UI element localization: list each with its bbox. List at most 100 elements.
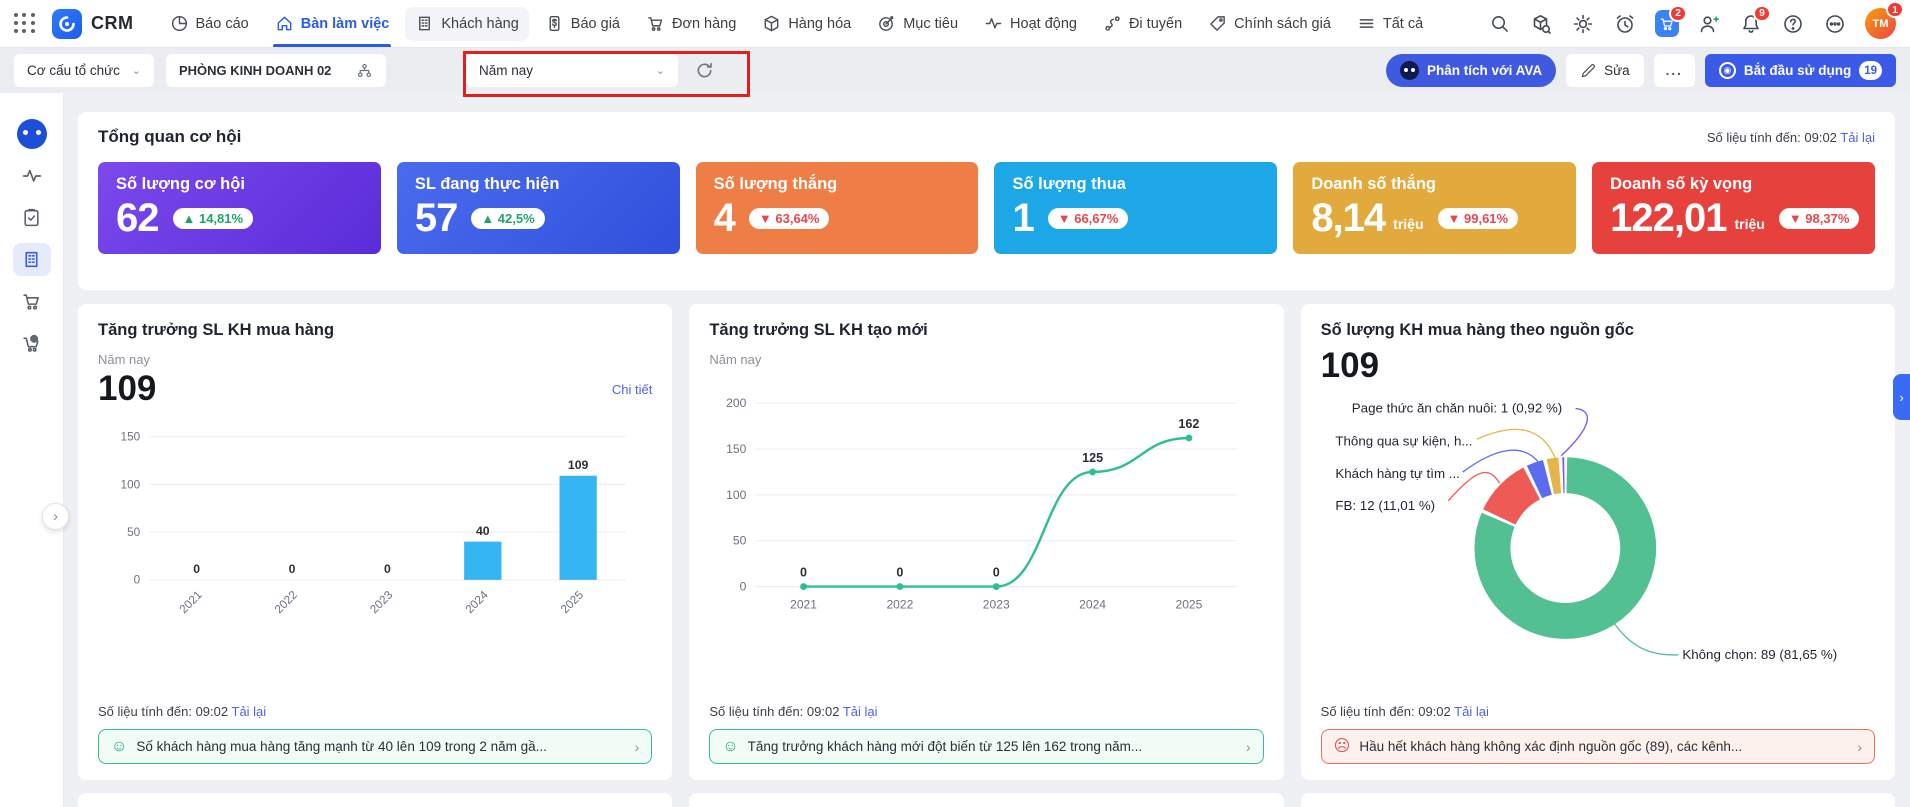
target-icon — [879, 16, 894, 31]
settings-gear-icon[interactable] — [1571, 12, 1595, 36]
leader-line — [1461, 449, 1540, 473]
swirl-icon — [59, 15, 75, 32]
nav-item-orders[interactable]: Đơn hàng — [636, 0, 746, 47]
sidebar-expand-button[interactable]: › — [42, 503, 69, 530]
department-input[interactable]: PHÒNG KINH DOANH 02 — [166, 54, 386, 87]
reload-link[interactable]: Tải lại — [1454, 704, 1489, 719]
bell-badge: 9 — [1753, 4, 1771, 22]
smiley-icon: ☺ — [722, 737, 739, 755]
search-icon[interactable] — [1487, 12, 1511, 36]
home-icon — [277, 16, 292, 31]
app-grid-icon[interactable] — [14, 12, 36, 35]
top-nav: CRM Báo cáo Bàn làm việc Khách hàng Báo … — [0, 0, 1910, 48]
nav-item-activities[interactable]: Hoạt động — [974, 0, 1087, 47]
sidebar-item-ecommerce[interactable] — [13, 327, 51, 360]
refresh-button[interactable] — [688, 55, 720, 87]
svg-text:100: 100 — [121, 478, 141, 491]
svg-text:0: 0 — [993, 565, 1000, 579]
analyze-with-ava-button[interactable]: Phân tích với AVA — [1385, 54, 1557, 87]
more-actions-button[interactable]: ... — [1653, 54, 1695, 87]
start-using-button[interactable]: ◉ Bắt đầu sử dụng 19 — [1704, 54, 1896, 87]
nav-item-price-policy[interactable]: Chính sách giá — [1198, 0, 1341, 47]
charts-row: Tăng trưởng SL KH mua hàng Năm nay 109 C… — [78, 304, 1895, 780]
crm-logo[interactable] — [52, 8, 82, 39]
activity-pulse-icon — [985, 18, 1002, 29]
ava-bot-icon — [1399, 61, 1419, 80]
user-avatar[interactable]: TM 1 — [1865, 1, 1904, 39]
tag-icon — [1210, 16, 1226, 31]
kpi-card-won: Số lượng thắng 4 ▼ 63,64% — [695, 162, 979, 254]
nav-item-products[interactable]: Hàng hóa — [752, 0, 861, 47]
svg-text:0: 0 — [897, 565, 904, 579]
donut-label-none: Không chọn: 89 (81,65 %) — [1682, 647, 1837, 662]
chevron-down-icon: ⌄ — [131, 65, 141, 77]
pencil-icon — [1581, 63, 1596, 77]
svg-text:0: 0 — [740, 580, 747, 594]
nav-item-reports[interactable]: Báo cáo — [160, 0, 259, 47]
delta-badge: ▼ 66,67% — [1047, 207, 1129, 229]
smiley-icon: ☺ — [111, 737, 128, 755]
svg-text:150: 150 — [726, 442, 746, 456]
source-breakdown-card: Số lượng KH mua hàng theo nguồn gốc 109 — [1300, 304, 1895, 780]
insight-banner[interactable]: ☹ Hầu hết khách hàng không xác định nguồ… — [1320, 729, 1875, 764]
nav-item-targets[interactable]: Mục tiêu — [867, 0, 968, 47]
detail-link[interactable]: Chi tiết — [612, 382, 652, 397]
kpi-card-in-progress: SL đang thực hiện 57 ▲ 42,5% — [396, 162, 680, 254]
route-icon — [1105, 16, 1120, 31]
insight-banner[interactable]: ☺ Số khách hàng mua hàng tăng mạnh từ 40… — [98, 729, 653, 764]
sidebar-item-orders[interactable] — [13, 285, 51, 318]
delta-badge: ▲ 14,81% — [172, 207, 254, 229]
sidebar-item-activity[interactable] — [13, 159, 51, 192]
sidebar-item-ava[interactable] — [13, 117, 51, 150]
cart-badge: 2 — [1669, 4, 1687, 22]
reload-link[interactable]: Tải lại — [1840, 130, 1875, 145]
edit-button[interactable]: Sửa — [1566, 54, 1644, 87]
svg-text:2022: 2022 — [272, 588, 300, 616]
svg-text:50: 50 — [127, 526, 141, 539]
sidebar-item-company[interactable] — [12, 243, 51, 276]
pos-cart-icon[interactable]: 2 — [1655, 4, 1687, 37]
kpi-card-won-revenue: Doanh số thắng 8,14 triệu ▼ 99,61% — [1293, 162, 1577, 254]
period-select[interactable]: Năm nay ⌄ — [466, 54, 678, 87]
reload-link[interactable]: Tải lại — [843, 704, 878, 719]
nav-item-customers[interactable]: Khách hàng — [405, 6, 529, 41]
help-icon[interactable] — [1781, 12, 1805, 36]
svg-text:2021: 2021 — [790, 598, 817, 612]
org-chart-icon — [357, 63, 372, 78]
right-panel-toggle[interactable]: › — [1893, 374, 1910, 420]
top-nav-actions: 2 9 TM 1 — [1487, 1, 1904, 39]
clipboard-check-icon — [24, 208, 39, 227]
bar-chart: 150 100 50 0 0 2021 0 2022 0 2023 40 2024 109 2025 — [98, 415, 652, 649]
nav-item-all[interactable]: Tất cả — [1347, 0, 1433, 47]
filter-toolbar: Cơ cấu tổ chức ⌄ PHÒNG KINH DOANH 02 Năm… — [0, 48, 1910, 97]
notification-bell-icon[interactable]: 9 — [1739, 4, 1771, 36]
nav-item-routes[interactable]: Đi tuyến — [1093, 0, 1192, 47]
svg-text:2025: 2025 — [558, 588, 586, 616]
donut-label-self-found: Khách hàng tự tìm ... — [1335, 466, 1460, 481]
nav-item-quotes[interactable]: Báo giá — [535, 0, 630, 47]
section-title: Tổng quan cơ hội — [98, 127, 242, 146]
chart-title: Tăng trưởng SL KH tạo mới — [709, 321, 928, 339]
reload-link[interactable]: Tải lại — [232, 704, 267, 719]
leader-line — [1613, 623, 1678, 656]
svg-text:2022: 2022 — [887, 598, 914, 612]
svg-text:125: 125 — [1082, 451, 1103, 465]
svg-text:2024: 2024 — [463, 588, 491, 616]
nav-item-workspace[interactable]: Bàn làm việc — [265, 0, 400, 47]
insight-banner[interactable]: ☺ Tăng trưởng khách hàng mới đột biến từ… — [709, 729, 1264, 764]
sidebar-item-tasks[interactable] — [13, 201, 51, 234]
delta-badge: ▼ 98,37% — [1778, 207, 1860, 229]
avatar-badge: 1 — [1886, 1, 1904, 18]
more-options-icon[interactable] — [1823, 12, 1847, 36]
crm-dashboard-page: CRM Báo cáo Bàn làm việc Khách hàng Báo … — [0, 0, 1910, 807]
chevron-right-icon: › — [1857, 738, 1862, 755]
add-user-icon[interactable] — [1697, 12, 1721, 36]
pie-chart-icon — [171, 15, 187, 32]
svg-text:0: 0 — [193, 562, 200, 576]
alarm-clock-icon[interactable] — [1613, 12, 1637, 36]
org-structure-select[interactable]: Cơ cấu tổ chức ⌄ — [14, 54, 154, 87]
toolbar-actions: Phân tích với AVA Sửa ... ◉ Bắt đầu sử d… — [1385, 54, 1896, 87]
product-search-icon[interactable] — [1529, 12, 1553, 36]
svg-text:200: 200 — [726, 396, 746, 410]
donut-chart: Page thức ăn chăn nuôi: 1 (0,92 %) Thông… — [1321, 392, 1875, 688]
